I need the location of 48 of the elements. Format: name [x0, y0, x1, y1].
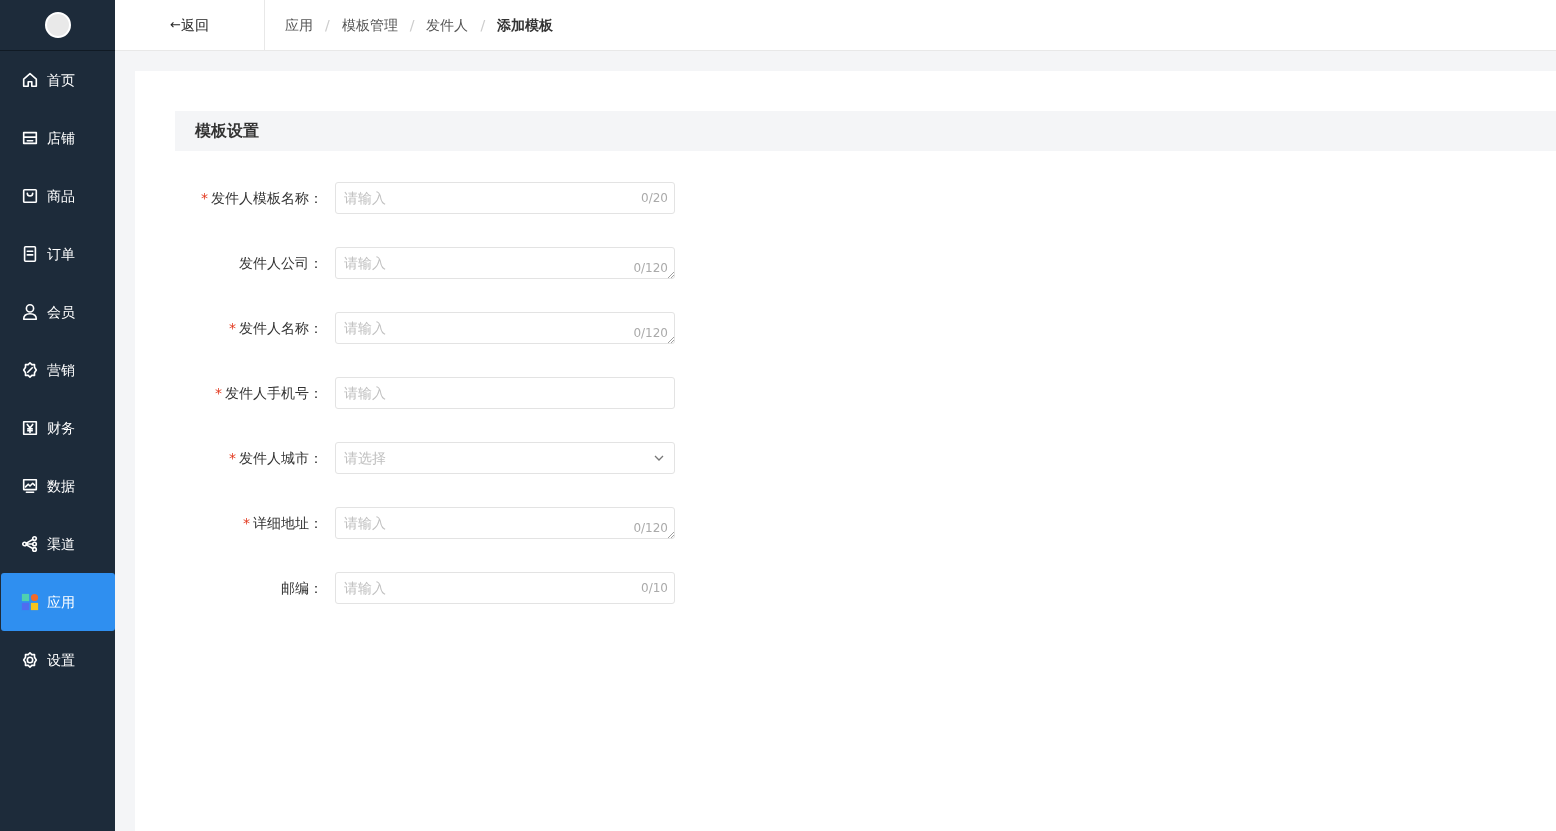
field-label: 邮编：: [280, 578, 324, 598]
field-label: * 发件人手机号：: [214, 383, 324, 403]
separator: /: [325, 15, 330, 35]
yen-icon: [21, 419, 39, 437]
field-label: * 发件人模板名称：: [200, 188, 324, 208]
chevron-down-icon: [654, 455, 664, 461]
person-icon: [21, 303, 39, 321]
resize-handle-icon: [668, 272, 674, 278]
char-counter: 0/20: [641, 191, 668, 205]
breadcrumb-item[interactable]: 应用: [285, 14, 313, 36]
sidebar-item[interactable]: 渠道: [1, 515, 115, 573]
char-counter: 0/120: [633, 262, 668, 276]
sidebar-item[interactable]: 会员: [1, 283, 115, 341]
field-label: * 详细地址：: [242, 513, 324, 533]
breadcrumb-item: 添加模板: [497, 15, 554, 35]
section-title: 模板设置: [175, 111, 1556, 151]
share-nodes-icon: [21, 535, 39, 553]
field-label: * 发件人城市：: [228, 448, 324, 468]
sidebar-item[interactable]: 首页: [1, 51, 115, 109]
document-icon: [21, 245, 39, 263]
breadcrumb-item[interactable]: 发件人: [426, 14, 469, 36]
back-button[interactable]: ←返回: [115, 0, 265, 51]
char-counter: 0/10: [641, 581, 668, 595]
sidebar-item[interactable]: 营销: [1, 341, 115, 399]
sidebar-item[interactable]: 店铺: [1, 109, 115, 167]
store-icon: [21, 129, 39, 147]
input-field[interactable]: 请输入: [335, 377, 675, 409]
char-counter: 0/120: [633, 327, 668, 341]
breadcrumb-item[interactable]: 模板管理: [341, 14, 398, 36]
gear-icon: [21, 651, 39, 669]
field-label: 发件人公司：: [238, 253, 324, 273]
resize-handle-icon: [668, 532, 674, 538]
avatar-logo: [44, 12, 71, 38]
sidebar-item[interactable]: 数据: [1, 457, 115, 515]
resize-handle-icon: [668, 337, 674, 343]
separator: /: [409, 15, 415, 35]
app-grid-icon: [21, 593, 39, 611]
sidebar-item[interactable]: 设置: [1, 631, 115, 689]
bag-icon: [21, 187, 39, 205]
chart-monitor-icon: [21, 477, 39, 495]
field-label: * 发件人名称：: [228, 318, 324, 338]
char-counter: 0/120: [633, 522, 668, 536]
sidebar-item[interactable]: 订单: [1, 225, 115, 283]
sidebar-item[interactable]: 商品: [1, 167, 115, 225]
sidebar-item[interactable]: 财务: [1, 399, 115, 457]
home-icon: [21, 71, 39, 89]
separator: /: [480, 15, 486, 35]
percent-badge-icon: [21, 361, 39, 379]
